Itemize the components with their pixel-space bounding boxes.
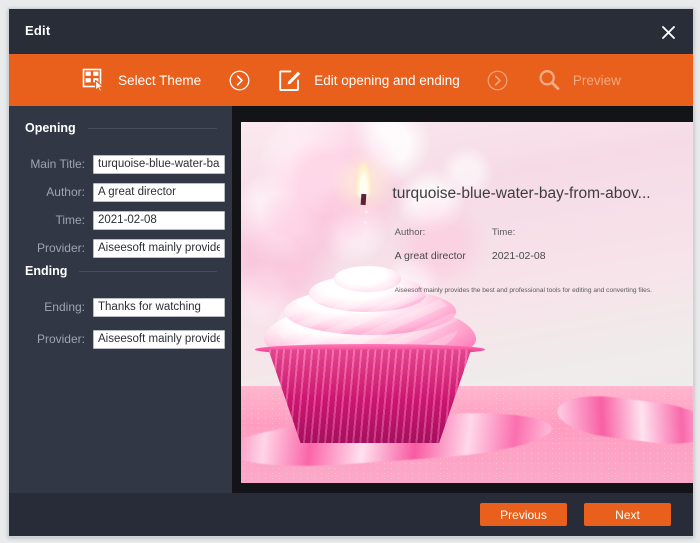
author-input[interactable] [93, 182, 225, 202]
field-label: Provider: [36, 332, 85, 346]
next-button[interactable]: Next [584, 503, 671, 526]
edit-pencil-square-icon [277, 67, 303, 93]
field-label: Ending: [44, 300, 85, 314]
step-bar: Select Theme Edit opening and ending Pre… [9, 54, 693, 106]
settings-sidebar: Opening Main Title: Author: Time: Provid… [9, 106, 232, 493]
chevron-right-circle-icon-2[interactable] [483, 70, 513, 91]
section-title: Opening [25, 121, 76, 135]
field-main-title: Main Title: [25, 153, 225, 175]
preview-stage: ★ ★ ★ ★ turquoise-blue-water-bay-from-abov.… [232, 106, 693, 493]
preview-image: ★ ★ ★ ★ turquoise-blue-water-bay-from-abov.… [241, 122, 693, 483]
section-header-opening: Opening [25, 121, 217, 135]
field-ending: Ending: [25, 296, 225, 318]
field-time: Time: [25, 209, 225, 231]
section-divider [79, 270, 217, 272]
close-icon [661, 25, 676, 40]
field-label: Provider: [36, 241, 85, 255]
section-title: Ending [25, 264, 68, 278]
section-divider [87, 127, 217, 129]
overlay-title: turquoise-blue-water-bay-from-abov... [392, 185, 651, 203]
field-label: Time: [55, 213, 85, 227]
field-label: Author: [46, 185, 85, 199]
overlay-author-label: Author: [394, 226, 426, 238]
footer-bar: Previous Next [9, 493, 693, 536]
section-header-ending: Ending [25, 264, 217, 278]
step-label: Preview [572, 72, 621, 88]
window-title: Edit [25, 23, 51, 38]
time-input[interactable] [93, 210, 225, 230]
step-preview[interactable]: Preview [536, 67, 621, 93]
overlay-time-label: Time: [491, 226, 516, 238]
step-select-theme[interactable]: Select Theme [81, 67, 201, 93]
title-bar: Edit [9, 9, 693, 54]
ending-input[interactable] [93, 297, 225, 317]
provider-ending-input[interactable] [93, 329, 225, 349]
search-magnifier-icon [536, 67, 562, 93]
field-provider-ending: Provider: [25, 328, 225, 350]
previous-button[interactable]: Previous [480, 503, 567, 526]
close-button[interactable] [653, 17, 683, 47]
theme-grid-icon [81, 67, 107, 93]
step-label: Edit opening and ending [314, 72, 460, 88]
overlay-description: Aiseesoft mainly provides the best and p… [394, 287, 652, 295]
chevron-right-circle-icon-1[interactable] [224, 70, 254, 91]
main-title-input[interactable] [93, 154, 225, 174]
edit-window: Edit Select Theme Edit opening and endin… [8, 8, 694, 537]
field-author: Author: [25, 181, 225, 203]
field-provider-opening: Provider: [25, 237, 225, 259]
provider-opening-input[interactable] [93, 238, 225, 258]
overlay-author-value: A great director [394, 250, 466, 263]
field-label: Main Title: [30, 157, 85, 171]
step-label: Select Theme [118, 72, 202, 88]
step-edit-opening-ending[interactable]: Edit opening and ending [277, 67, 460, 93]
overlay-time-value: 2021-02-08 [491, 250, 546, 263]
